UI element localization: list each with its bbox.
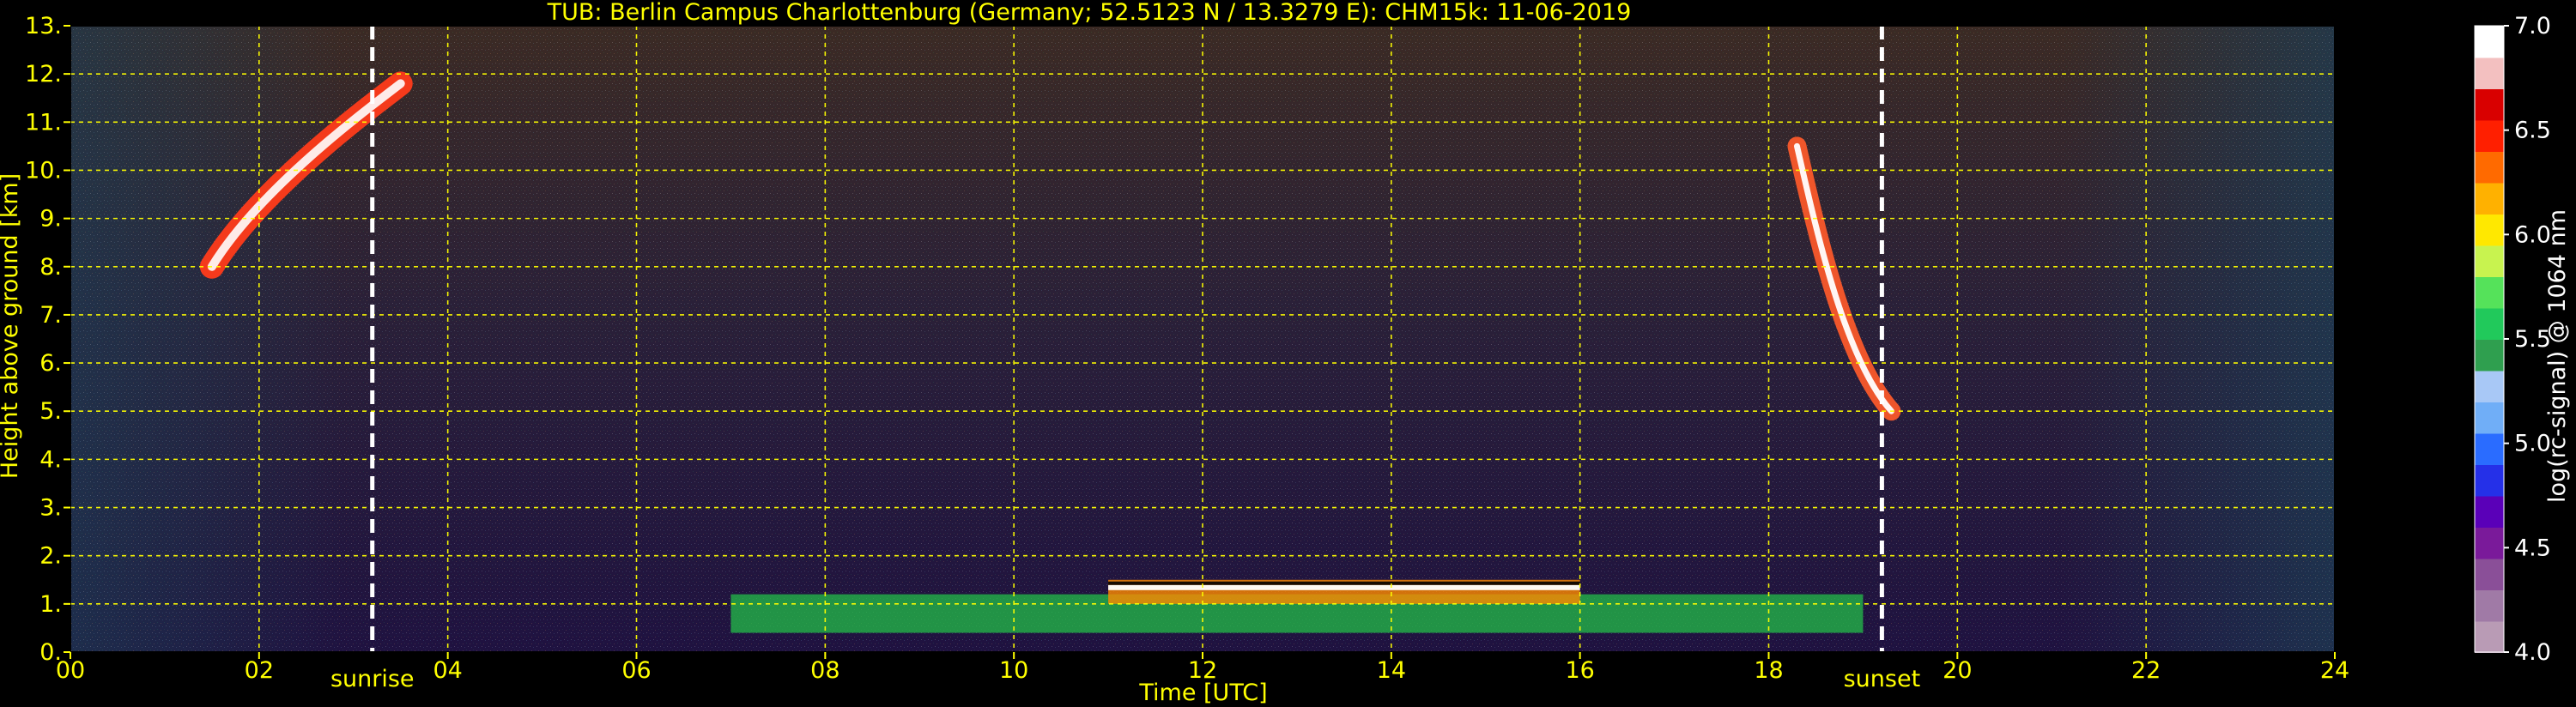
colorbar-segment-0 xyxy=(2475,620,2504,653)
y-axis-label: Height above ground [km] xyxy=(0,173,23,479)
colorbar-segment-9 xyxy=(2475,339,2504,372)
x-tick-label-9: 18 xyxy=(1754,657,1783,684)
x-tick-label-11: 22 xyxy=(2131,657,2161,684)
sunrise-label: sunrise xyxy=(330,666,415,692)
y-tick-label-6: 6. xyxy=(39,350,62,377)
x-tick-label-1: 02 xyxy=(245,657,274,684)
colorbar-segment-13 xyxy=(2475,214,2504,246)
colorbar-segment-10 xyxy=(2475,307,2504,340)
y-tick-label-13: 13. xyxy=(25,13,62,39)
x-tick-label-8: 16 xyxy=(1565,657,1594,684)
boundary-layer-top-white xyxy=(1108,584,1580,590)
x-tick-label-2: 04 xyxy=(433,657,462,684)
colorbar-segment-19 xyxy=(2475,26,2504,58)
colorbar-segment-18 xyxy=(2475,57,2504,89)
y-tick-label-1: 1. xyxy=(39,591,62,618)
y-tick-label-11: 11. xyxy=(25,109,62,136)
boundary-layer-top-black xyxy=(1108,581,1580,585)
y-tick-label-8: 8. xyxy=(39,254,62,281)
colorbar-segment-2 xyxy=(2475,558,2504,590)
ceilometer-chart: sunrise sunset 00 02 04 06 08 10 12 14 16 18 20 22 24… xyxy=(0,0,2576,707)
sunset-label: sunset xyxy=(1844,666,1921,692)
x-tick-label-5: 10 xyxy=(999,657,1028,684)
colorbar: 4.04.55.05.56.06.57.0 xyxy=(2474,13,2551,666)
chart-title: TUB: Berlin Campus Charlottenburg (Germa… xyxy=(547,0,1632,26)
y-tick-label-7: 7. xyxy=(39,302,62,329)
colorbar-segment-14 xyxy=(2475,182,2504,215)
colorbar-segment-4 xyxy=(2475,495,2504,528)
chart-svg: sunrise sunset 00 02 04 06 08 10 12 14 16 18 20 22 24… xyxy=(0,0,2571,706)
colorbar-segment-1 xyxy=(2475,589,2504,622)
colorbar-segment-16 xyxy=(2475,119,2504,152)
y-tick-label-2: 2. xyxy=(39,543,62,570)
colorbar-tick-label-6: 7.0 xyxy=(2514,13,2551,39)
y-tick-label-10: 10. xyxy=(25,157,62,184)
colorbar-segment-6 xyxy=(2475,432,2504,465)
colorbar-segment-8 xyxy=(2475,370,2504,402)
colorbar-segment-15 xyxy=(2475,151,2504,184)
colorbar-label: log(rc-signal) @ 1064 nm xyxy=(2544,209,2571,503)
colorbar-segment-7 xyxy=(2475,402,2504,434)
colorbar-segment-12 xyxy=(2475,245,2504,277)
y-tick-label-5: 5. xyxy=(39,398,62,425)
colorbar-tick-label-0: 4.0 xyxy=(2514,639,2551,666)
x-tick-label-10: 20 xyxy=(1943,657,1972,684)
x-axis-label: Time [UTC] xyxy=(1138,680,1267,706)
colorbar-segment-5 xyxy=(2475,464,2504,497)
y-tick-label-0: 0. xyxy=(39,639,62,666)
y-tick-label-9: 9. xyxy=(39,206,62,233)
x-tick-label-3: 06 xyxy=(621,657,651,684)
y-tick-label-4: 4. xyxy=(39,446,62,473)
colorbar-tick-label-5: 6.5 xyxy=(2514,118,2551,144)
x-tick-label-7: 14 xyxy=(1377,657,1406,684)
x-tick-label-12: 24 xyxy=(2320,657,2349,684)
colorbar-segment-11 xyxy=(2475,276,2504,309)
x-tick-label-4: 08 xyxy=(810,657,839,684)
y-tick-label-12: 12. xyxy=(25,61,62,88)
colorbar-tick-label-1: 4.5 xyxy=(2514,535,2551,561)
colorbar-segment-3 xyxy=(2475,527,2504,559)
colorbar-segment-17 xyxy=(2475,88,2504,121)
y-tick-label-3: 3. xyxy=(39,495,62,522)
